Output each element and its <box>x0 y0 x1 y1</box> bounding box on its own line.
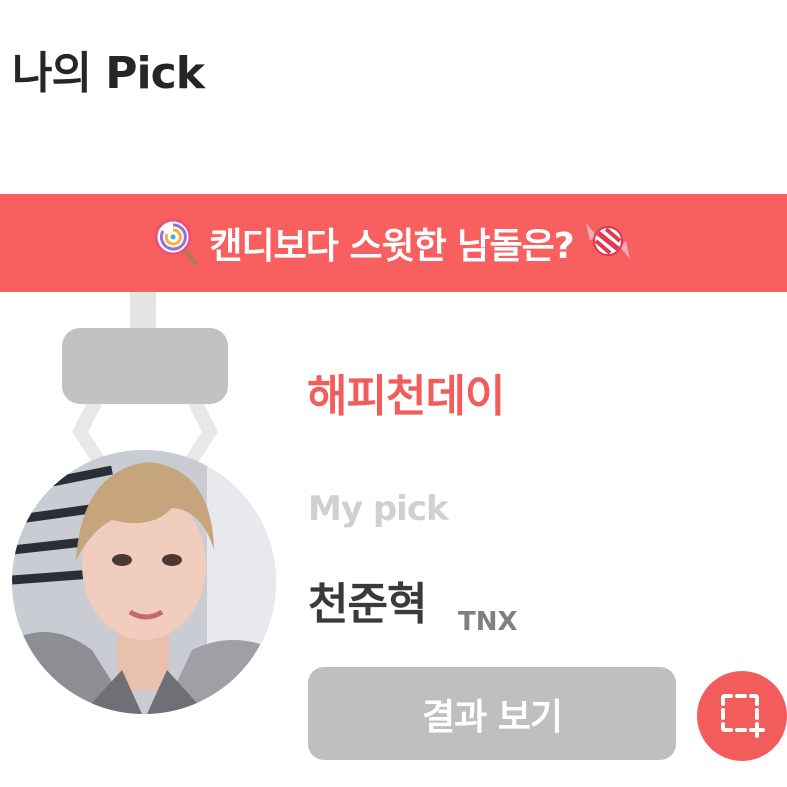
banner-text: 캔디보다 스윗한 남돌은? <box>209 226 574 267</box>
my-pick-page: 나의 Pick 캔디보다 스윗한 남돌은? 해피천데이 My pick 천준혁 … <box>0 0 787 787</box>
poll-title: 해피천데이 <box>307 371 505 422</box>
poll-banner: 캔디보다 스윗한 남돌은? <box>0 194 787 292</box>
page-title: 나의 Pick <box>12 48 205 99</box>
lollipop-icon <box>151 215 203 271</box>
screenshot-icon <box>717 690 767 743</box>
pick-name: 천준혁 <box>308 579 427 630</box>
pick-group: TNX <box>458 607 518 637</box>
my-pick-label: My pick <box>308 489 449 529</box>
capture-button[interactable] <box>697 671 787 761</box>
candy-icon <box>580 215 636 271</box>
banner-content: 캔디보다 스윗한 남돌은? <box>151 215 635 271</box>
view-results-button[interactable]: 결과 보기 <box>308 667 676 760</box>
pick-avatar <box>12 450 276 714</box>
